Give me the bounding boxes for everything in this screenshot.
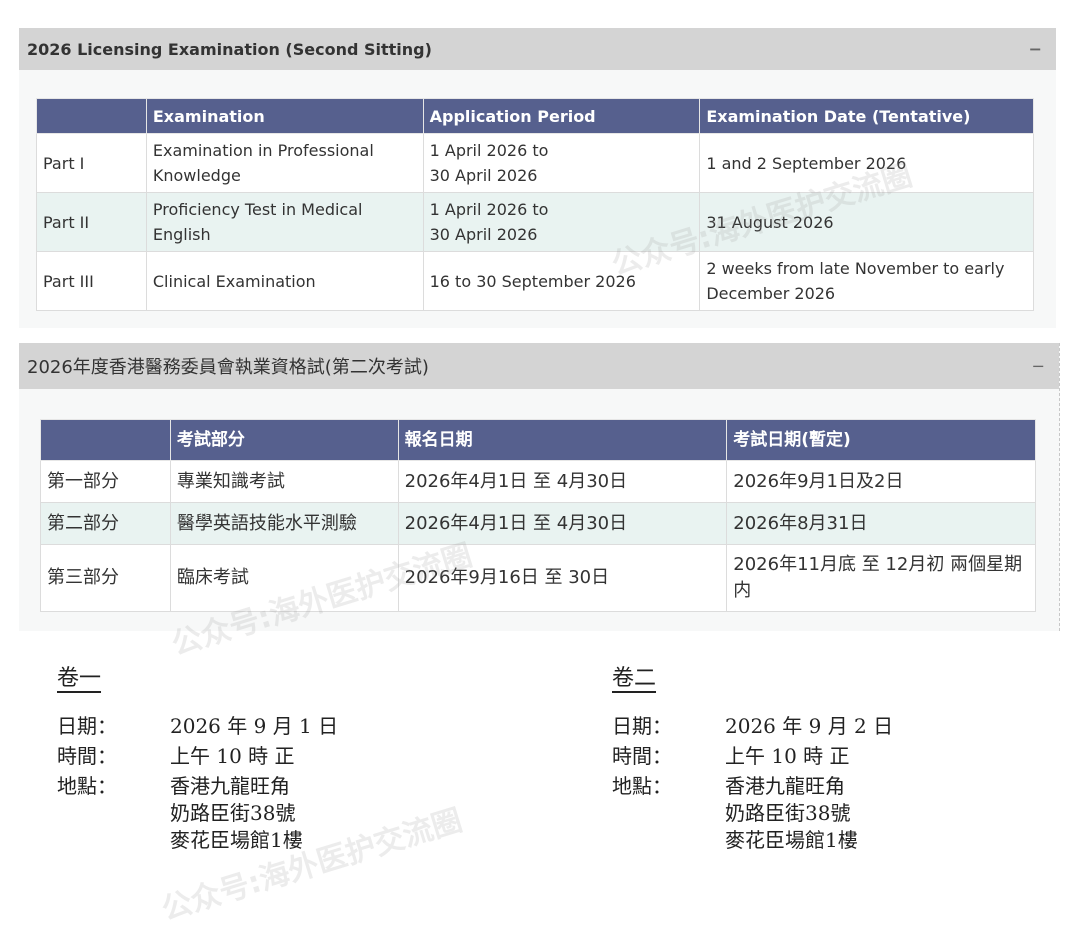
table-row: Part III Clinical Examination 16 to 30 S…: [36, 251, 1034, 311]
chinese-exam-panel: 2026年度香港醫務委員會執業資格試(第二次考試) − 考試部分 報名日期 考試…: [19, 343, 1060, 631]
table-cell: 1 April 2026 to 30 April 2026: [422, 133, 701, 193]
table-cell: Proficiency Test in Medical English: [145, 192, 424, 252]
table-cell: 2 weeks from late November to early Dece…: [699, 251, 1034, 311]
table-row: 第三部分 臨床考試 2026年9月16日 至 30日 2026年11月底 至 1…: [40, 544, 1036, 612]
collapse-icon[interactable]: −: [1032, 357, 1045, 376]
time-value: 上午 10 時 正: [725, 744, 850, 768]
venue-line: 麥花臣場館1樓: [170, 828, 303, 852]
table-cell: Part I: [36, 133, 147, 193]
date-value: 2026 年 9 月 2 日: [725, 714, 894, 738]
chinese-panel-title: 2026年度香港醫務委員會執業資格試(第二次考試): [27, 357, 429, 378]
table-cell: 2026年4月1日 至 4月30日: [397, 502, 728, 545]
table-cell: 16 to 30 September 2026: [422, 251, 701, 311]
table-cell: 臨床考試: [169, 544, 399, 612]
table-cell: 1 April 2026 to 30 April 2026: [422, 192, 701, 252]
venue-label: 地點：: [57, 774, 117, 798]
table-cell: 1 and 2 September 2026: [699, 133, 1034, 193]
date-label: 日期：: [57, 714, 117, 738]
collapse-icon[interactable]: −: [1029, 40, 1042, 59]
venue-line: 奶路臣街38號: [170, 801, 296, 825]
time-label: 時間：: [612, 744, 672, 768]
venue-line: 香港九龍旺角: [170, 774, 290, 798]
table-cell: 2026年8月31日: [726, 502, 1036, 545]
english-exam-table: Examination Application Period Examinati…: [36, 98, 1034, 311]
english-panel-title: 2026 Licensing Examination (Second Sitti…: [27, 39, 432, 59]
table-cell: 2026年4月1日 至 4月30日: [397, 460, 728, 503]
table-cell: 第二部分: [40, 502, 171, 545]
volume-title: 卷二: [612, 666, 657, 691]
volume-title: 卷一: [57, 666, 102, 691]
venue-label: 地點：: [612, 774, 672, 798]
table-cell: Examination in Professional Knowledge: [145, 133, 424, 193]
date-label: 日期：: [612, 714, 672, 738]
table-header: 考試部分: [169, 419, 399, 461]
venue-line: 麥花臣場館1樓: [725, 828, 858, 852]
table-row: 第一部分 專業知識考試 2026年4月1日 至 4月30日 2026年9月1日及…: [40, 460, 1036, 503]
table-row: 第二部分 醫學英語技能水平測驗 2026年4月1日 至 4月30日 2026年8…: [40, 502, 1036, 545]
time-value: 上午 10 時 正: [170, 744, 295, 768]
table-cell: 31 August 2026: [699, 192, 1034, 252]
table-header: [36, 98, 147, 134]
table-cell: 2026年11月底 至 12月初 兩個星期内: [726, 544, 1036, 612]
chinese-exam-table: 考試部分 報名日期 考試日期(暫定) 第一部分 專業知識考試 2026年4月1日…: [40, 419, 1036, 612]
table-cell: Clinical Examination: [145, 251, 424, 311]
table-cell: Part II: [36, 192, 147, 252]
date-value: 2026 年 9 月 1 日: [170, 714, 339, 738]
table-cell: Part III: [36, 251, 147, 311]
table-cell: 醫學英語技能水平測驗: [169, 502, 399, 545]
time-label: 時間：: [57, 744, 117, 768]
table-cell: 第一部分: [40, 460, 171, 503]
venue-line: 奶路臣街38號: [725, 801, 851, 825]
table-header: 報名日期: [397, 419, 728, 461]
table-header: [40, 419, 171, 461]
english-panel-header[interactable]: 2026 Licensing Examination (Second Sitti…: [19, 28, 1056, 70]
table-row: Part I Examination in Professional Knowl…: [36, 133, 1034, 193]
table-header: 考試日期(暫定): [726, 419, 1036, 461]
table-cell: 2026年9月16日 至 30日: [397, 544, 728, 612]
table-header: Examination Date (Tentative): [699, 98, 1034, 134]
table-row: Part II Proficiency Test in Medical Engl…: [36, 192, 1034, 252]
english-exam-panel: 2026 Licensing Examination (Second Sitti…: [19, 28, 1056, 328]
table-cell: 專業知識考試: [169, 460, 399, 503]
table-header: Application Period: [422, 98, 701, 134]
table-header: Examination: [145, 98, 424, 134]
table-cell: 第三部分: [40, 544, 171, 612]
chinese-panel-header[interactable]: 2026年度香港醫務委員會執業資格試(第二次考試) −: [19, 343, 1059, 389]
table-cell: 2026年9月1日及2日: [726, 460, 1036, 503]
venue-line: 香港九龍旺角: [725, 774, 845, 798]
